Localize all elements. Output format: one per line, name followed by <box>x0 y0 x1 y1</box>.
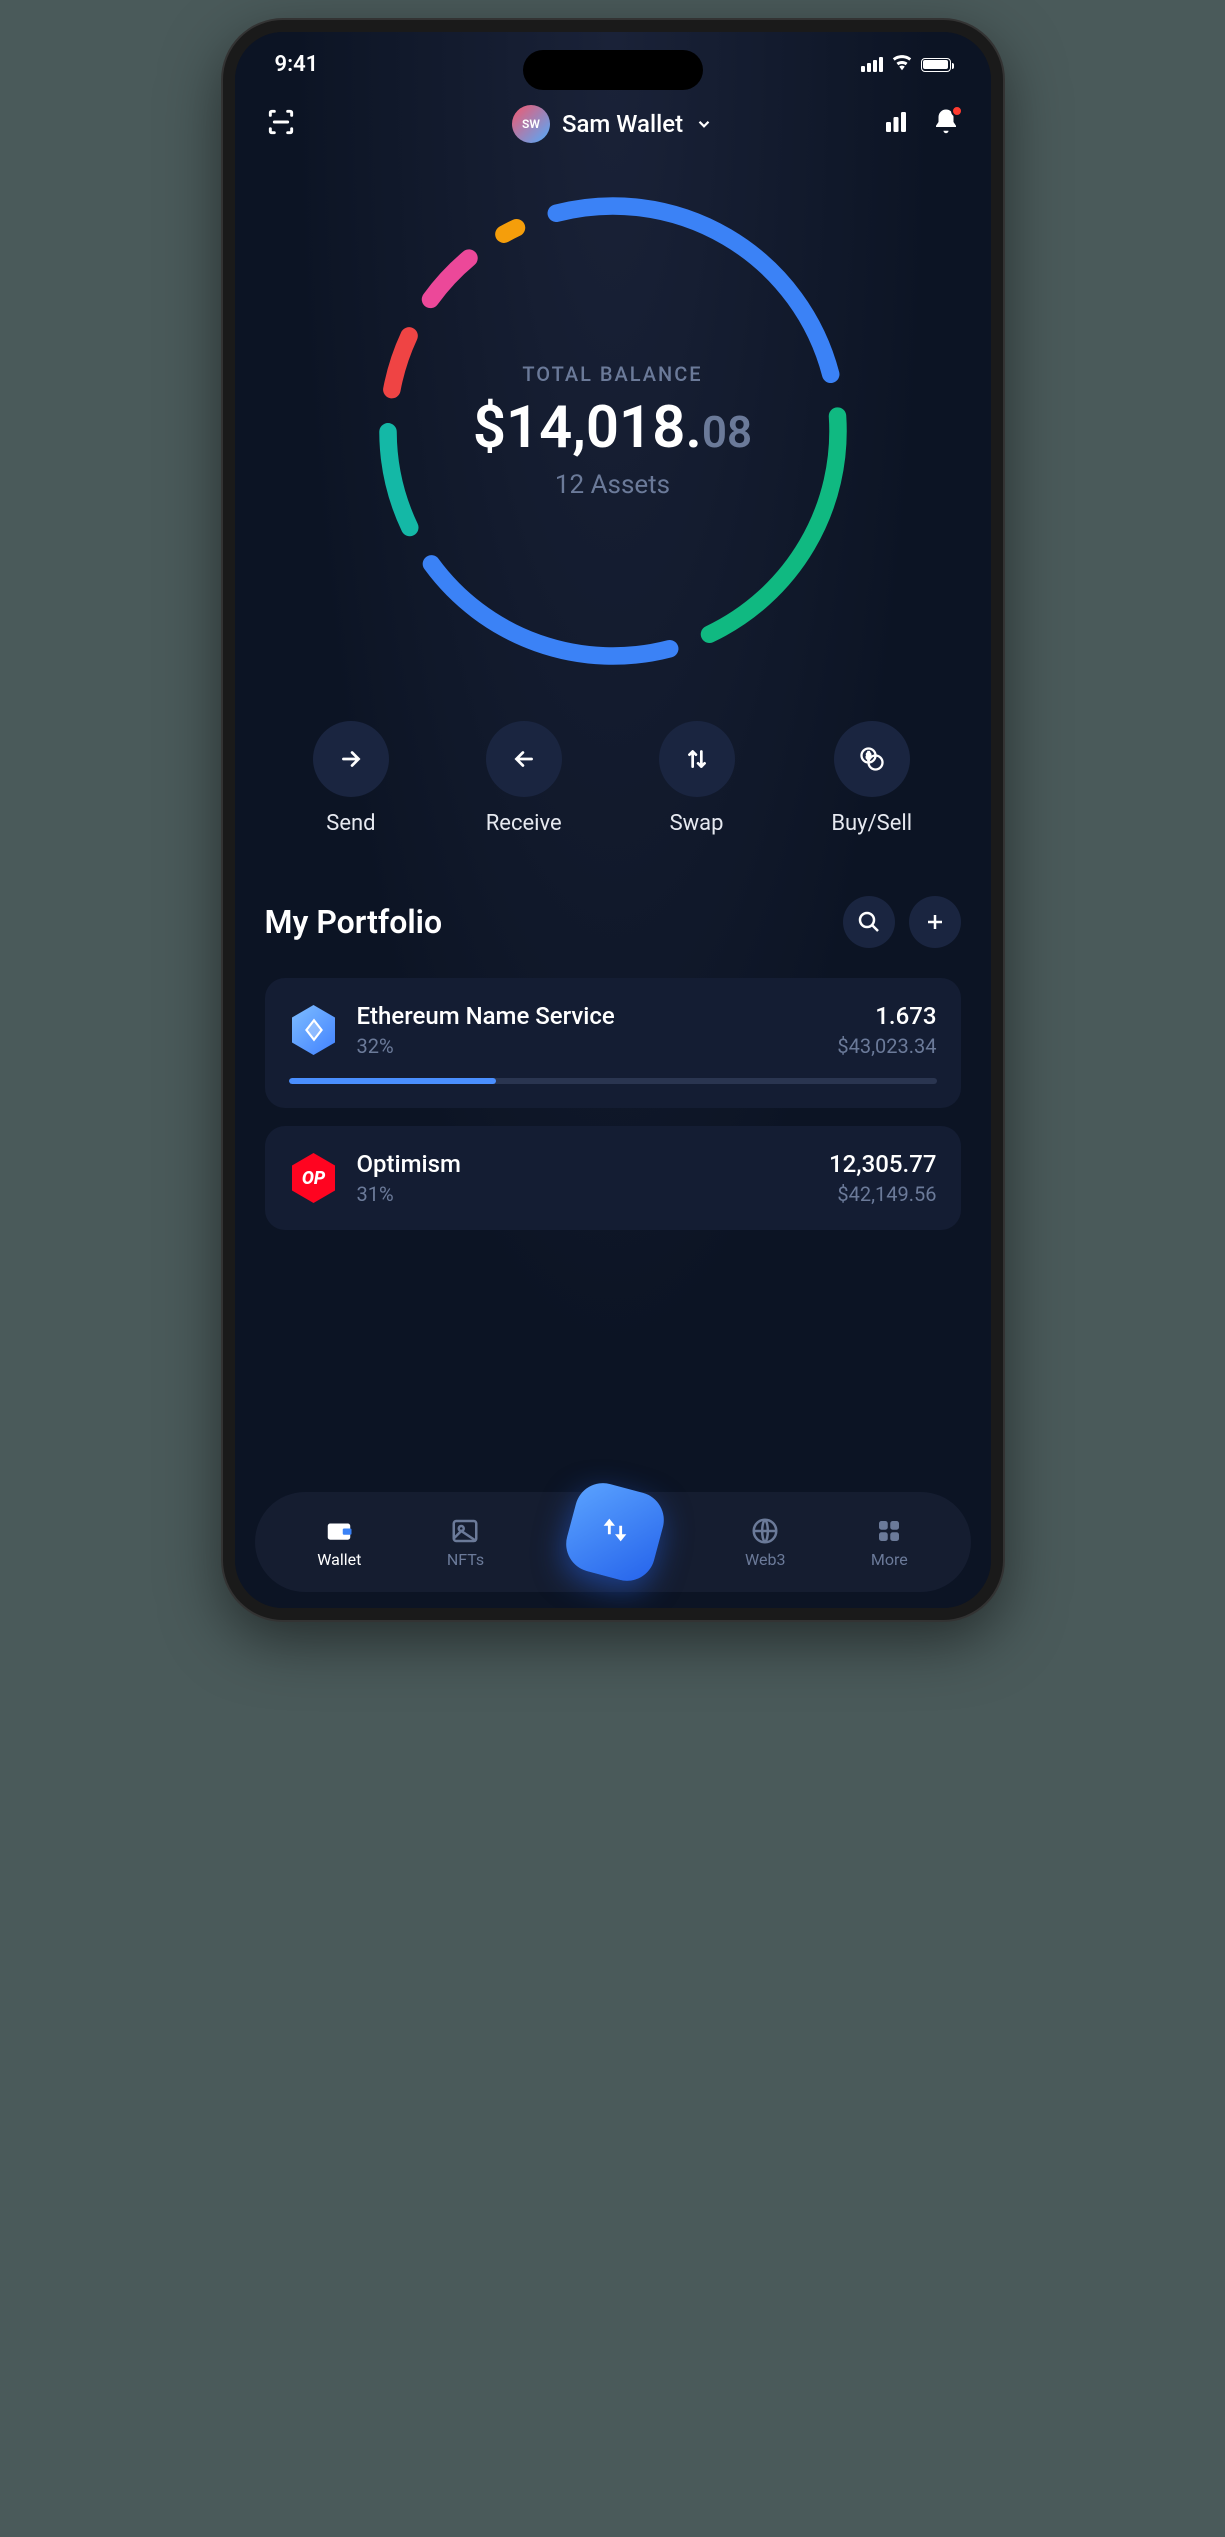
time-label: 9:41 <box>275 52 319 77</box>
wifi-icon <box>891 52 913 77</box>
nav-nfts-label: NFTs <box>447 1550 484 1569</box>
wallet-selector[interactable]: SW Sam Wallet <box>512 105 713 143</box>
scan-icon[interactable] <box>265 106 297 142</box>
send-label: Send <box>326 811 375 836</box>
nav-web3[interactable]: Web3 <box>745 1516 785 1569</box>
nav-more-label: More <box>871 1550 908 1569</box>
receive-label: Receive <box>486 811 562 836</box>
notification-dot <box>951 105 963 117</box>
bottom-nav: Wallet NFTs Web3 More <box>255 1492 971 1592</box>
op-text: OP <box>289 1153 339 1203</box>
plus-icon <box>923 910 947 934</box>
avatar-initials: SW <box>522 117 540 131</box>
wallet-name: Sam Wallet <box>562 110 683 138</box>
send-button[interactable]: Send <box>313 721 389 836</box>
notch <box>523 50 703 90</box>
svg-text:$: $ <box>866 751 871 761</box>
ens-icon <box>289 1005 339 1055</box>
portfolio-section: My Portfolio Ethereum Name Ser <box>235 846 991 1248</box>
swap-label: Swap <box>670 811 724 836</box>
status-indicators <box>861 52 951 77</box>
asset-name: Ethereum Name Service <box>357 1002 820 1030</box>
swap-icon <box>684 746 710 772</box>
portfolio-title: My Portfolio <box>265 903 443 941</box>
search-icon <box>857 910 881 934</box>
coins-icon: $ <box>858 745 886 773</box>
swap-button[interactable]: Swap <box>659 721 735 836</box>
asset-amount: 1.673 <box>837 1002 936 1030</box>
nav-center-action[interactable] <box>559 1477 669 1587</box>
asset-card-ens[interactable]: Ethereum Name Service 32% 1.673 $43,023.… <box>265 978 961 1108</box>
nav-web3-label: Web3 <box>745 1550 785 1569</box>
nav-wallet-label: Wallet <box>317 1550 361 1569</box>
assets-count: 12 Assets <box>555 470 670 500</box>
balance-whole: 14,018. <box>506 394 702 462</box>
asset-pct: 31% <box>357 1182 811 1206</box>
balance-donut-chart: TOTAL BALANCE $14,018.08 12 Assets <box>363 181 863 681</box>
image-icon <box>450 1516 480 1546</box>
battery-icon <box>921 58 951 72</box>
arrow-right-icon <box>338 746 364 772</box>
topbar: SW Sam Wallet <box>235 87 991 161</box>
asset-card-optimism[interactable]: OP Optimism 31% 12,305.77 $42,149.56 <box>265 1126 961 1230</box>
portfolio-header: My Portfolio <box>265 896 961 948</box>
asset-usd: $42,149.56 <box>829 1182 937 1206</box>
balance-cents: 08 <box>702 406 752 458</box>
balance-label: TOTAL BALANCE <box>522 362 702 386</box>
asset-amount: 12,305.77 <box>829 1150 937 1178</box>
balance-center: TOTAL BALANCE $14,018.08 12 Assets <box>363 181 863 681</box>
asset-progress <box>289 1078 937 1084</box>
add-button[interactable] <box>909 896 961 948</box>
balance-amount: $14,018.08 <box>473 394 752 462</box>
nav-nfts[interactable]: NFTs <box>447 1516 484 1569</box>
nav-wallet[interactable]: Wallet <box>317 1516 361 1569</box>
notifications-button[interactable] <box>931 107 961 141</box>
asset-name: Optimism <box>357 1150 811 1178</box>
phone-frame: 9:41 <box>223 20 1003 1620</box>
nav-more[interactable]: More <box>871 1516 908 1569</box>
grid-icon <box>874 1516 904 1546</box>
stats-icon[interactable] <box>881 107 911 141</box>
arrow-left-icon <box>511 746 537 772</box>
search-button[interactable] <box>843 896 895 948</box>
balance-currency: $ <box>473 394 506 462</box>
buysell-button[interactable]: $ Buy/Sell <box>831 721 912 836</box>
app-screen: 9:41 <box>235 32 991 1608</box>
buysell-label: Buy/Sell <box>831 811 912 836</box>
actions-row: Send Receive Swap $ Buy/Sell <box>235 691 991 846</box>
asset-pct: 32% <box>357 1034 820 1058</box>
signal-icon <box>861 57 883 72</box>
avatar: SW <box>512 105 550 143</box>
wallet-icon <box>324 1516 354 1546</box>
swap-center-icon <box>598 1513 632 1547</box>
asset-usd: $43,023.34 <box>837 1034 936 1058</box>
optimism-icon: OP <box>289 1153 339 1203</box>
globe-icon <box>750 1516 780 1546</box>
